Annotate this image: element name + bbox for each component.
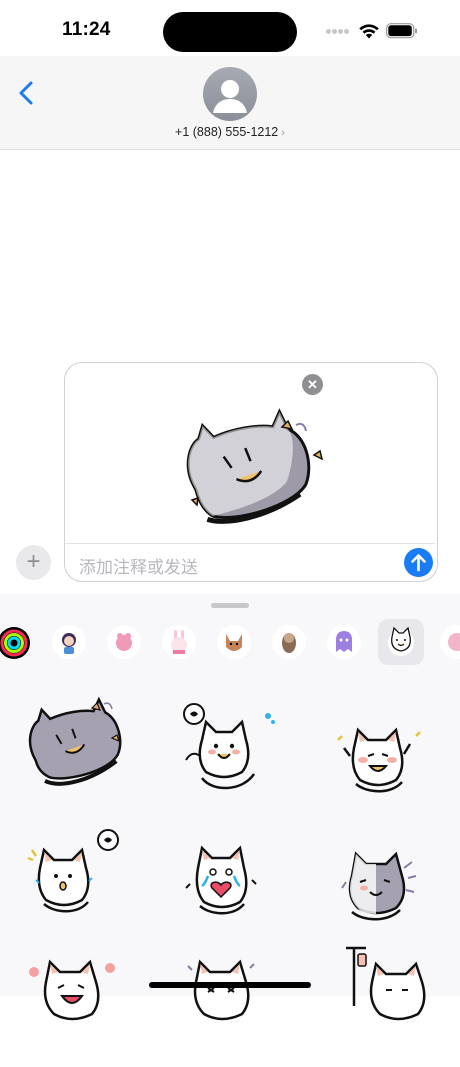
sticker-gray-cat-waving[interactable] bbox=[330, 834, 448, 944]
drawer-handle[interactable] bbox=[211, 603, 249, 608]
plus-icon: + bbox=[26, 548, 41, 575]
attached-sticker bbox=[186, 408, 324, 524]
sticker-grid bbox=[0, 670, 460, 1021]
activity-rings-icon[interactable] bbox=[0, 627, 30, 659]
wifi-icon bbox=[359, 24, 379, 39]
sticker-white-cat-dizzy[interactable] bbox=[180, 952, 298, 1062]
send-button[interactable] bbox=[404, 548, 433, 577]
sticker-white-cat-thinking[interactable] bbox=[172, 700, 290, 810]
sticker-white-cat-laughing[interactable] bbox=[22, 952, 140, 1062]
sticker-pack-bunny-icon[interactable] bbox=[162, 625, 196, 659]
sticker-pack-bar bbox=[0, 619, 460, 665]
sticker-pack-girl-icon[interactable] bbox=[52, 625, 86, 659]
contact-name[interactable]: +1 (888) 555-1212 › bbox=[130, 125, 330, 139]
status-time: 11:24 bbox=[62, 19, 111, 40]
back-chevron-icon[interactable] bbox=[16, 80, 38, 106]
compose-divider bbox=[65, 543, 435, 544]
sticker-white-cat-hospital[interactable] bbox=[336, 946, 454, 1056]
sticker-gray-cat-flying[interactable] bbox=[20, 690, 138, 800]
contact-avatar[interactable] bbox=[203, 67, 257, 121]
sticker-pack-cat-icon[interactable] bbox=[378, 619, 424, 665]
contact-number: +1 (888) 555-1212 bbox=[175, 125, 279, 139]
sticker-pack-pink-creature-icon[interactable] bbox=[107, 625, 141, 659]
signal-dots-icon bbox=[326, 29, 350, 35]
contact-chevron-icon: › bbox=[281, 127, 285, 139]
dynamic-island bbox=[163, 12, 297, 52]
sticker-pack-ghost-icon[interactable] bbox=[327, 625, 361, 659]
battery-icon bbox=[386, 23, 417, 39]
person-icon bbox=[213, 80, 247, 113]
sticker-pack-fox-icon[interactable] bbox=[217, 625, 251, 659]
remove-attachment-button[interactable]: ✕ bbox=[302, 374, 323, 395]
sticker-white-cat-crying-heart[interactable] bbox=[178, 830, 296, 940]
arrow-up-icon bbox=[411, 554, 426, 572]
sticker-white-cat-wondering[interactable] bbox=[22, 828, 140, 938]
sticker-pack-otter-icon[interactable] bbox=[272, 625, 306, 659]
home-indicator bbox=[149, 982, 311, 988]
sticker-white-cat-cheering[interactable] bbox=[330, 708, 448, 818]
sticker-pack-pink-icon[interactable] bbox=[440, 625, 460, 659]
message-input[interactable]: 添加注释或发送 bbox=[79, 553, 198, 578]
